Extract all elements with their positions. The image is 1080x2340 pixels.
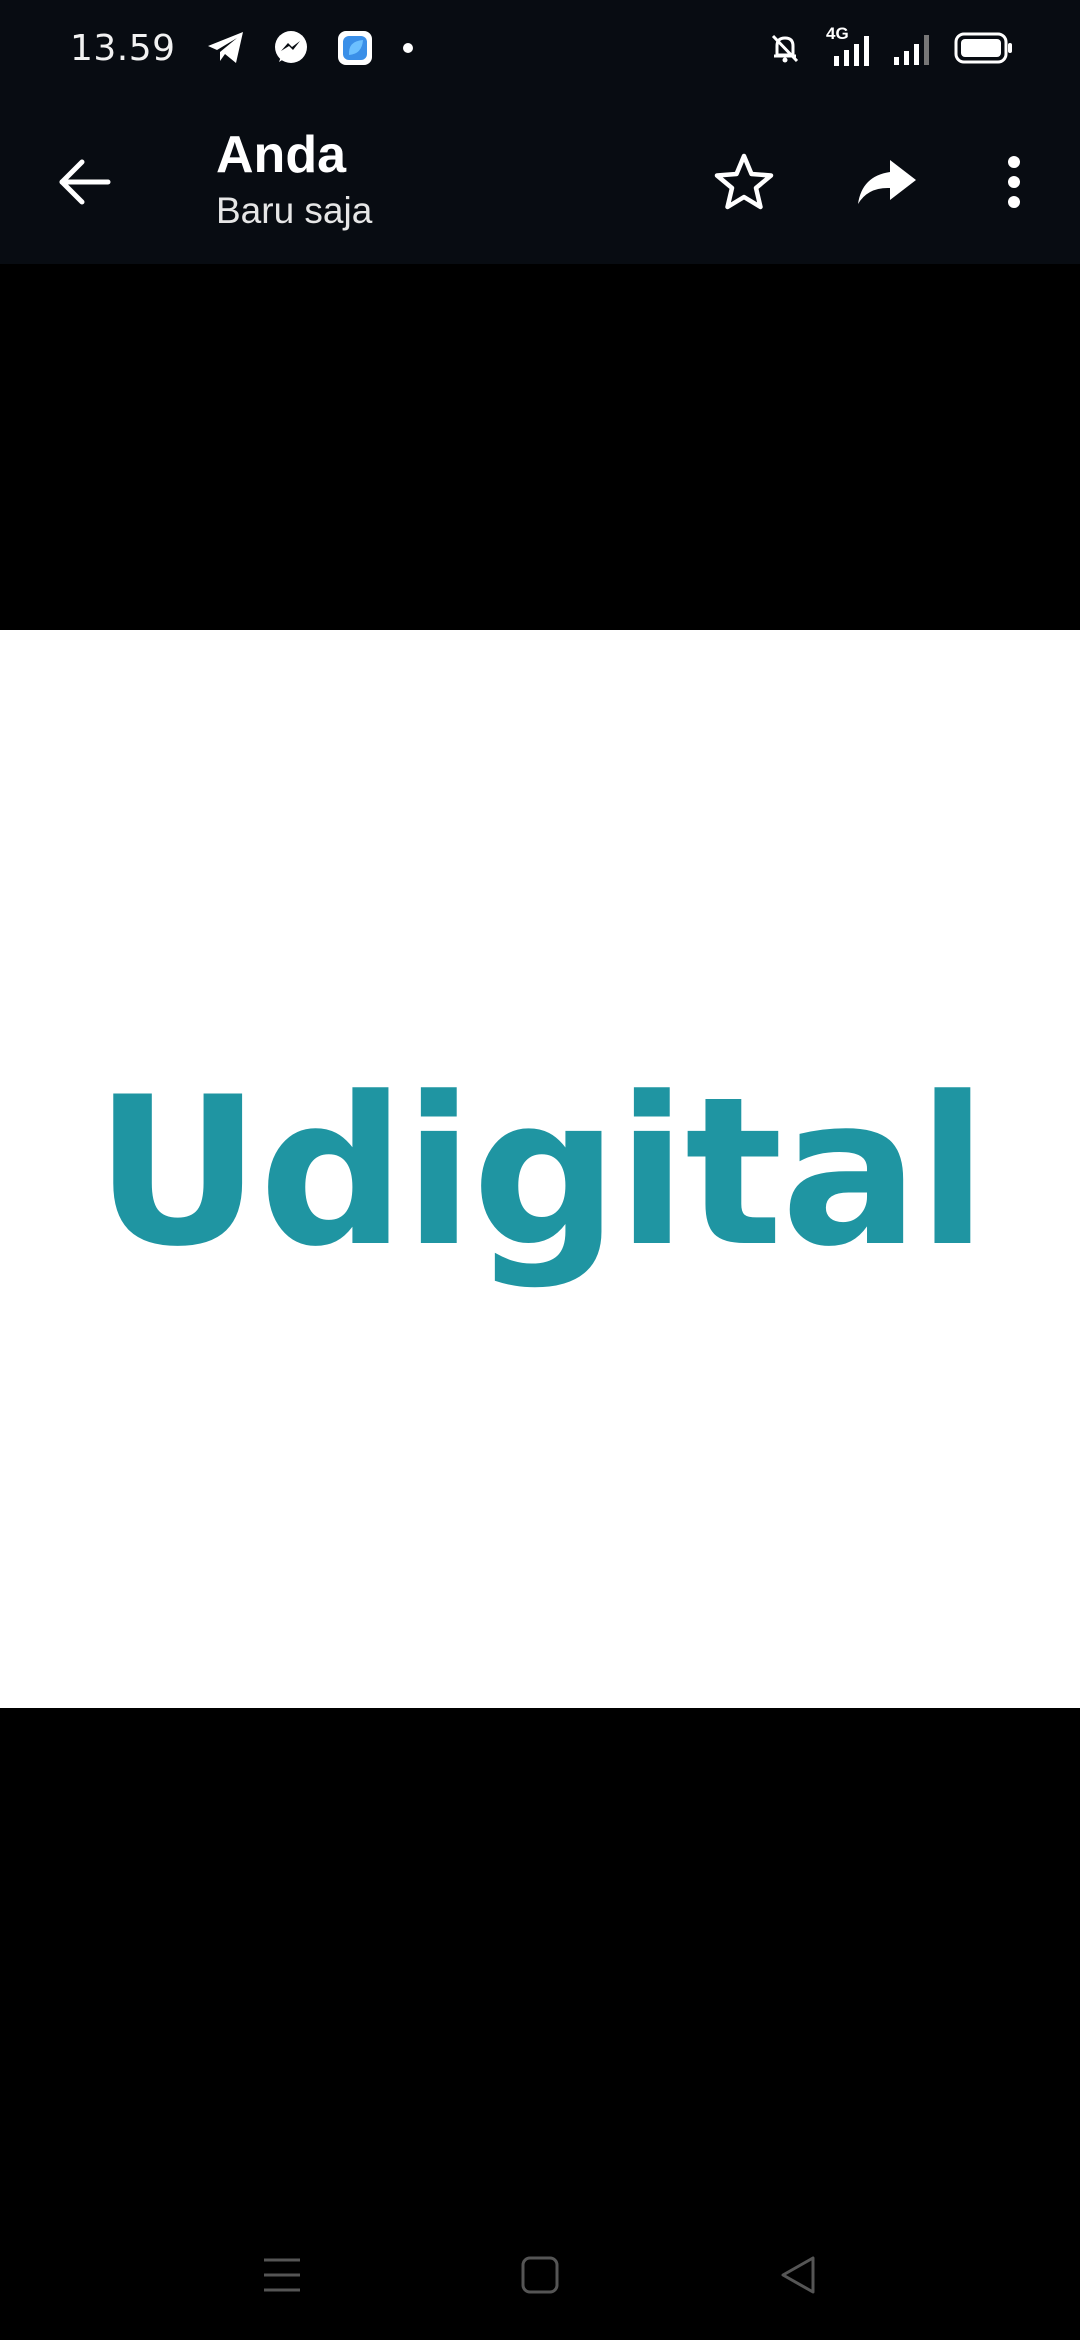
sender-title: Anda	[216, 126, 346, 184]
back-button[interactable]	[50, 148, 118, 216]
screen: 13.59 4G Anda Baru saja Udigital	[0, 0, 1080, 2340]
status-left: 13.59	[70, 22, 414, 74]
forward-button[interactable]	[846, 142, 926, 222]
mute-bell-icon	[768, 31, 802, 65]
shared-image[interactable]: Udigital	[0, 630, 1080, 1708]
home-button[interactable]	[500, 2242, 580, 2308]
star-button[interactable]	[704, 142, 784, 222]
triangle-back-icon	[781, 2256, 815, 2294]
more-vertical-icon	[1008, 156, 1020, 208]
udigital-logo: Udigital	[94, 1054, 987, 1292]
dot-icon	[402, 42, 414, 54]
image-viewer[interactable]: Udigital	[0, 264, 1080, 2240]
status-right: 4G	[750, 24, 1014, 70]
status-time: 13.59	[70, 27, 176, 69]
more-options-button[interactable]	[974, 142, 1054, 222]
timestamp-subtitle: Baru saja	[216, 190, 373, 231]
arrow-left-icon	[59, 159, 111, 205]
signal-4g-icon: 4G	[820, 24, 874, 68]
menu-lines-icon	[264, 2258, 300, 2292]
title-block: Anda Baru saja	[216, 124, 372, 234]
app-icon	[336, 29, 374, 67]
system-back-button[interactable]	[758, 2242, 838, 2308]
status-bar: 13.59 4G	[0, 0, 1080, 96]
signal-icon	[892, 29, 936, 67]
battery-icon	[954, 31, 1014, 65]
forward-icon	[858, 160, 916, 204]
messenger-icon	[272, 29, 310, 67]
star-icon	[714, 153, 774, 210]
recents-button[interactable]	[242, 2242, 322, 2308]
navigation-bar	[0, 2220, 1080, 2340]
app-toolbar: Anda Baru saja	[0, 96, 1080, 264]
square-home-icon	[521, 2256, 559, 2294]
telegram-icon	[206, 30, 246, 66]
